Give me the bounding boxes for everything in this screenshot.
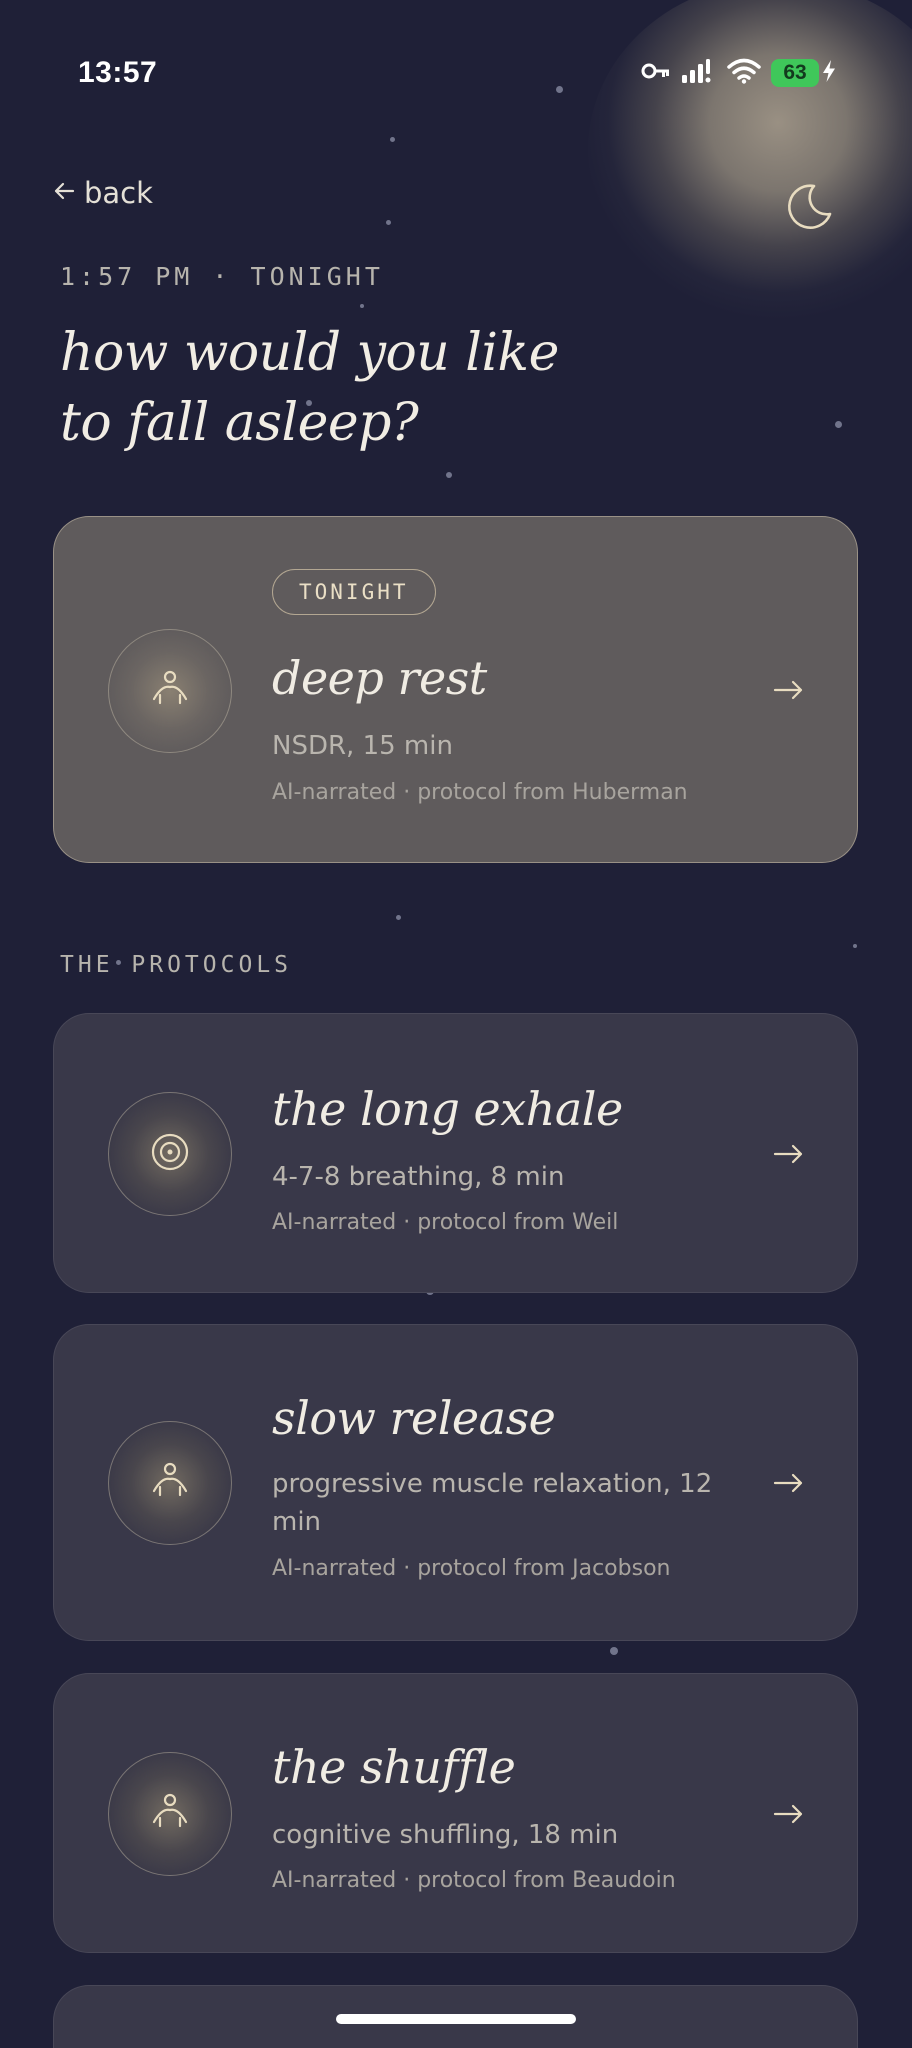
card-meta: AI-narrated · protocol from Jacobson [272, 1556, 671, 1581]
card-meta: AI-narrated · protocol from Beaudoin [272, 1868, 676, 1893]
arrow-right-icon [767, 1461, 811, 1505]
page-title: how would you like to fall asleep? [60, 318, 620, 458]
card-meta: AI-narrated · protocol from Huberman [272, 780, 688, 805]
tonight-badge: TONIGHT [272, 569, 436, 615]
protocol-icon-circle [108, 1752, 232, 1876]
card-title: deep rest [272, 651, 487, 705]
page-title-line-1: how would you like [60, 323, 559, 383]
home-indicator[interactable] [336, 2014, 576, 2024]
person-icon [146, 1457, 194, 1509]
moon-glow [588, 0, 912, 320]
card-subtitle: 4-7-8 breathing, 8 min [272, 1162, 565, 1192]
star [853, 944, 857, 948]
person-icon [146, 665, 194, 717]
card-subtitle: cognitive shuffling, 18 min [272, 1820, 619, 1850]
card-title: the shuffle [272, 1740, 516, 1794]
arrow-right-icon [767, 668, 811, 712]
breath-circle-icon [148, 1130, 192, 1178]
arrow-right-icon [767, 1132, 811, 1176]
card-title: the long exhale [272, 1082, 623, 1136]
battery-indicator: 63 [771, 59, 836, 87]
star [390, 137, 395, 142]
arrow-left-icon [52, 176, 76, 210]
moon-button[interactable] [780, 178, 836, 234]
arrow-right-icon [767, 1792, 811, 1836]
star [386, 220, 391, 225]
wifi-icon [727, 58, 761, 88]
star [446, 472, 452, 478]
person-icon [146, 1788, 194, 1840]
section-label: THE PROTOCOLS [60, 952, 293, 978]
screen: 13:57 63 back 1:57 PM · TONIGHT how woul… [0, 0, 912, 2048]
status-icons: 63 [641, 58, 836, 88]
protocol-icon-circle [108, 1421, 232, 1545]
card-subtitle: progressive muscle relaxation, 12 min [272, 1469, 713, 1537]
battery-level: 63 [771, 59, 819, 87]
protocol-card-slow-release[interactable]: slow release progressive muscle relaxati… [53, 1324, 858, 1641]
card-meta: AI-narrated · protocol from Weil [272, 1210, 619, 1235]
card-subtitle: NSDR, 15 min [272, 731, 453, 761]
back-button[interactable]: back [52, 176, 153, 210]
card-title: slow release [272, 1391, 556, 1445]
star [360, 304, 364, 308]
star [556, 86, 563, 93]
featured-icon-circle [108, 629, 232, 753]
cellular-signal-icon [681, 58, 717, 88]
moon-icon [780, 184, 836, 238]
charging-bolt-icon [822, 59, 836, 87]
status-time: 13:57 [78, 56, 158, 89]
page-title-line-2: to fall asleep? [60, 393, 419, 453]
star [610, 1647, 618, 1655]
back-label: back [84, 176, 153, 210]
protocol-icon-circle [108, 1092, 232, 1216]
vpn-key-icon [641, 61, 671, 85]
star [396, 915, 401, 920]
protocol-card-shuffle[interactable]: the shuffle cognitive shuffling, 18 min … [53, 1673, 858, 1953]
featured-card-deep-rest[interactable]: TONIGHT deep rest NSDR, 15 min AI-narrat… [53, 516, 858, 863]
star [835, 421, 842, 428]
time-eyebrow: 1:57 PM · TONIGHT [60, 262, 384, 291]
protocol-card-long-exhale[interactable]: the long exhale 4-7-8 breathing, 8 min A… [53, 1013, 858, 1293]
